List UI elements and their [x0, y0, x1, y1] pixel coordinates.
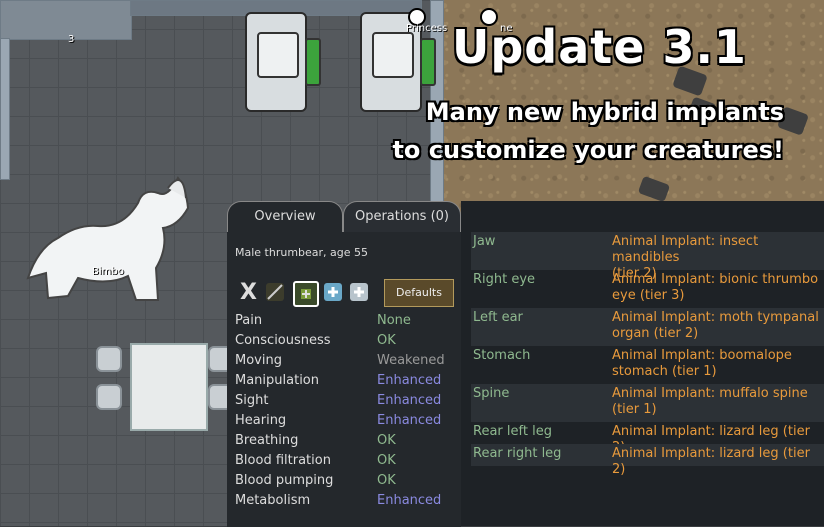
implant-line: organ (tier 2) [612, 326, 699, 341]
implant-description: Animal Implant: boomalope stomach (tier 1… [612, 348, 824, 380]
capacity-name: Manipulation [235, 373, 320, 388]
update-headline: Update 3.1 [452, 20, 747, 74]
body-part-name: Stomach [473, 348, 531, 363]
implant-description: Animal Implant: muffalo spine (tier 1) [612, 386, 824, 418]
capacity-row[interactable]: Blood pumping OK [235, 473, 447, 493]
capacity-row[interactable]: Consciousness OK [235, 333, 447, 353]
implant-line: Animal Implant: insect mandibles [612, 234, 759, 265]
capacity-name: Metabolism [235, 493, 311, 508]
pawn-label[interactable]: Bimbo [92, 266, 124, 277]
body-part-name: Rear right leg [473, 446, 562, 461]
capacity-row[interactable]: Blood filtration OK [235, 453, 447, 473]
capacity-row[interactable]: Hearing Enhanced [235, 413, 447, 433]
implant-line: Animal Implant: muffalo spine [612, 386, 808, 401]
chair[interactable] [96, 346, 122, 372]
industrial-medicine-icon[interactable] [324, 283, 342, 301]
implant-line: Animal Implant: bionic thrumbo [612, 272, 819, 287]
hediff-row[interactable]: Jaw Animal Implant: insect mandibles (tier… [471, 232, 824, 281]
hediff-row[interactable]: Stomach Animal Implant: boomalope stomach … [471, 346, 824, 384]
capacity-value: Weakened [377, 353, 445, 368]
capacity-value: Enhanced [377, 493, 442, 508]
biosculpter-pod[interactable] [245, 12, 307, 112]
implant-description: Animal Implant: lizard leg (tier 2) [612, 446, 824, 478]
capacity-name: Sight [235, 393, 269, 408]
capacity-name: Blood filtration [235, 453, 331, 468]
hediff-row[interactable]: Rear left leg Animal Implant: lizard leg … [471, 422, 824, 455]
capacity-row[interactable]: Manipulation Enhanced [235, 373, 447, 393]
implant-description: Animal Implant: moth tympanal organ (tier… [612, 310, 824, 342]
medicine-forbidden-icon[interactable] [266, 283, 284, 301]
tab-overview[interactable]: Overview [227, 201, 343, 232]
capacity-name: Consciousness [235, 333, 331, 348]
capacity-row[interactable]: Metabolism Enhanced [235, 493, 447, 513]
capacity-value: None [377, 313, 411, 328]
capacity-name: Moving [235, 353, 282, 368]
capacity-row[interactable]: Moving Weakened [235, 353, 447, 373]
capacity-value: Enhanced [377, 413, 442, 428]
hediff-row[interactable]: Right eye Animal Implant: bionic thrumbo e… [471, 270, 824, 308]
glitterworld-medicine-icon[interactable] [350, 283, 368, 301]
capacity-value: OK [377, 333, 396, 348]
capacity-value: OK [377, 433, 396, 448]
colonist-label[interactable]: Princess [406, 23, 447, 34]
hediff-row[interactable]: Rear right leg Animal Implant: lizard leg… [471, 444, 824, 477]
thrumbear-creature[interactable] [18, 168, 198, 308]
update-subline-2: to customize your creatures! [392, 136, 784, 164]
wall [0, 38, 10, 180]
implant-line: stomach (tier 1) [612, 364, 717, 379]
pawn-description: Male thrumbear, age 55 [235, 246, 369, 259]
capacity-name: Hearing [235, 413, 287, 428]
capacity-name: Pain [235, 313, 263, 328]
body-part-name: Rear left leg [473, 424, 552, 439]
capacity-value: OK [377, 473, 396, 488]
capacity-name: Breathing [235, 433, 299, 448]
capacity-name: Blood pumping [235, 473, 334, 488]
implant-line: eye (tier 3) [612, 288, 685, 303]
body-part-name: Jaw [473, 234, 496, 249]
capacity-value: OK [377, 453, 396, 468]
table[interactable] [130, 343, 208, 431]
implant-line: (tier 1) [612, 402, 657, 417]
herbal-medicine-icon[interactable] [293, 281, 319, 307]
hediff-row[interactable]: Left ear Animal Implant: moth tympanal org… [471, 308, 824, 346]
chair[interactable] [96, 384, 122, 410]
capacity-value: Enhanced [377, 373, 442, 388]
green-vial [420, 38, 436, 86]
defaults-button[interactable]: Defaults [384, 279, 454, 307]
implant-line: Animal Implant: moth tympanal [612, 310, 819, 325]
stack-count: 3 [68, 34, 75, 45]
capacity-row[interactable]: Breathing OK [235, 433, 447, 453]
body-part-name: Right eye [473, 272, 536, 287]
implant-line: Animal Implant: boomalope [612, 348, 792, 363]
green-vial [305, 38, 321, 86]
close-icon[interactable]: X [240, 280, 257, 305]
update-subline-1: Many new hybrid implants [425, 98, 784, 126]
capacity-value: Enhanced [377, 393, 442, 408]
implant-line: Animal Implant: lizard leg (tier 2) [612, 446, 810, 477]
capacity-row[interactable]: Pain None [235, 313, 447, 333]
capacity-row[interactable]: Sight Enhanced [235, 393, 447, 413]
tab-operations[interactable]: Operations (0) [343, 201, 461, 232]
hediff-row[interactable]: Spine Animal Implant: muffalo spine (tier … [471, 384, 824, 422]
body-part-name: Spine [473, 386, 510, 401]
body-part-name: Left ear [473, 310, 523, 325]
implant-description: Animal Implant: bionic thrumbo eye (tier … [612, 272, 824, 304]
wall-shelf [0, 0, 132, 40]
